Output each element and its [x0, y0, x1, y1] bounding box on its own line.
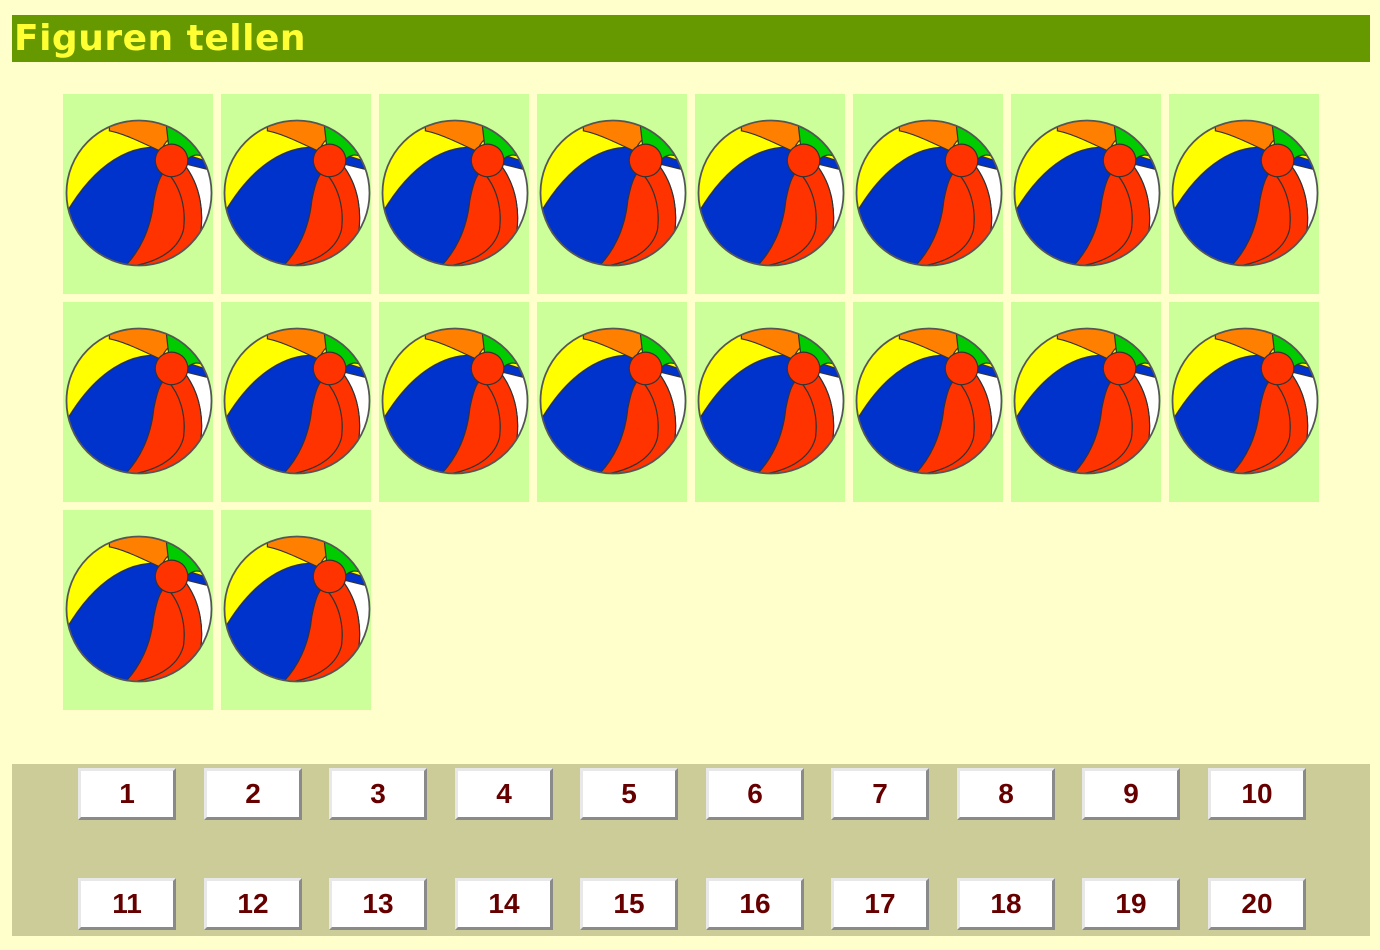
- answer-button-3[interactable]: 3: [329, 768, 427, 820]
- answer-button-7[interactable]: 7: [831, 768, 929, 820]
- figure-tile: [221, 94, 371, 294]
- page-title: Figuren tellen: [14, 18, 307, 59]
- beach-ball-icon: [223, 119, 371, 267]
- beach-ball-icon: [65, 535, 213, 683]
- figure-tile: [221, 510, 371, 710]
- beach-ball-icon: [697, 119, 845, 267]
- answer-button-15[interactable]: 15: [580, 878, 678, 930]
- answer-button-8[interactable]: 8: [957, 768, 1055, 820]
- answer-button-6[interactable]: 6: [706, 768, 804, 820]
- figure-tile: [537, 94, 687, 294]
- answer-button-13[interactable]: 13: [329, 878, 427, 930]
- beach-ball-icon: [539, 119, 687, 267]
- answer-button-1[interactable]: 1: [78, 768, 176, 820]
- answer-panel: 1 2 3 4 5 6 7 8 9 10 11 12 13 14 15 16 17 18 19 20: [12, 764, 1370, 936]
- answer-button-11[interactable]: 11: [78, 878, 176, 930]
- figure-tile: [221, 302, 371, 502]
- answer-button-20[interactable]: 20: [1208, 878, 1306, 930]
- figure-tile: [63, 510, 213, 710]
- answer-button-12[interactable]: 12: [204, 878, 302, 930]
- beach-ball-icon: [223, 327, 371, 475]
- beach-ball-icon: [1171, 119, 1319, 267]
- figure-tile: [853, 94, 1003, 294]
- answer-button-9[interactable]: 9: [1082, 768, 1180, 820]
- answer-button-5[interactable]: 5: [580, 768, 678, 820]
- figure-tile: [1011, 302, 1161, 502]
- figure-tile: [63, 302, 213, 502]
- figure-tile: [695, 94, 845, 294]
- beach-ball-icon: [1013, 327, 1161, 475]
- figure-tile: [1169, 302, 1319, 502]
- beach-ball-icon: [539, 327, 687, 475]
- answer-button-2[interactable]: 2: [204, 768, 302, 820]
- figure-tile: [379, 302, 529, 502]
- figure-tile: [63, 94, 213, 294]
- beach-ball-icon: [697, 327, 845, 475]
- answer-button-4[interactable]: 4: [455, 768, 553, 820]
- answer-button-17[interactable]: 17: [831, 878, 929, 930]
- title-bar: Figuren tellen: [12, 15, 1370, 62]
- answer-button-16[interactable]: 16: [706, 878, 804, 930]
- answer-button-10[interactable]: 10: [1208, 768, 1306, 820]
- beach-ball-icon: [1171, 327, 1319, 475]
- answer-button-14[interactable]: 14: [455, 878, 553, 930]
- beach-ball-icon: [855, 327, 1003, 475]
- figure-tile: [695, 302, 845, 502]
- beach-ball-icon: [855, 119, 1003, 267]
- answer-button-18[interactable]: 18: [957, 878, 1055, 930]
- figure-tile: [1169, 94, 1319, 294]
- figure-tile: [1011, 94, 1161, 294]
- figure-tile: [537, 302, 687, 502]
- figure-tile: [379, 94, 529, 294]
- beach-ball-icon: [65, 327, 213, 475]
- beach-ball-icon: [381, 327, 529, 475]
- beach-ball-icon: [381, 119, 529, 267]
- figure-area: [63, 94, 1327, 714]
- beach-ball-icon: [1013, 119, 1161, 267]
- figure-tile: [853, 302, 1003, 502]
- answer-button-19[interactable]: 19: [1082, 878, 1180, 930]
- beach-ball-icon: [223, 535, 371, 683]
- beach-ball-icon: [65, 119, 213, 267]
